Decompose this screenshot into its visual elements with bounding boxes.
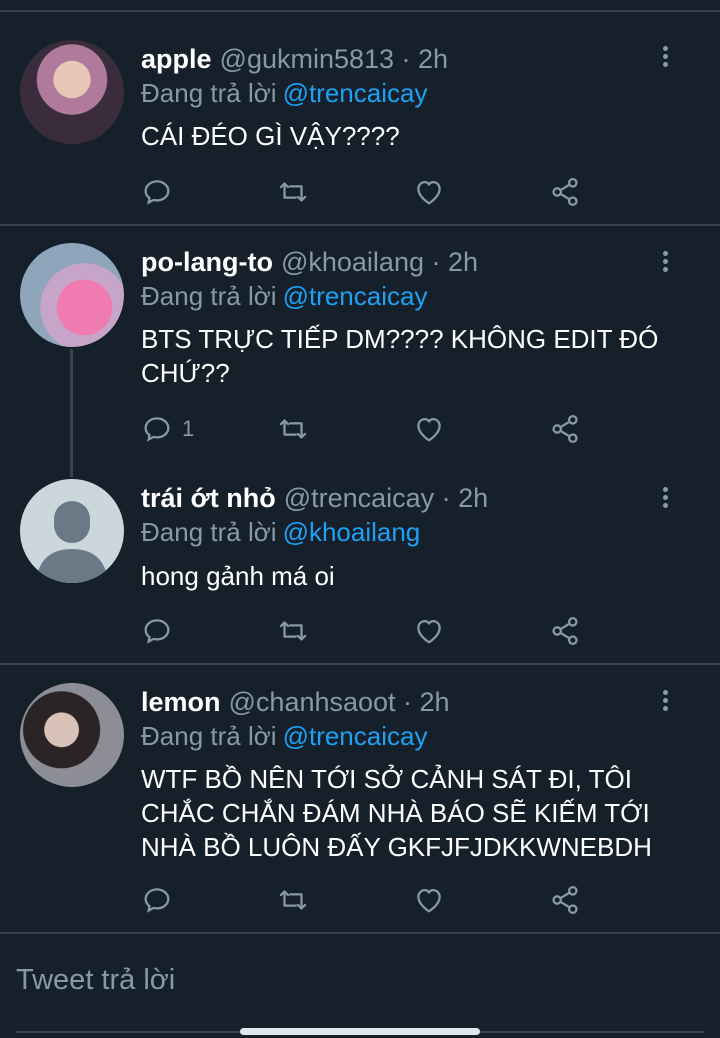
- retweet-icon: [279, 419, 307, 439]
- mention-link[interactable]: @trencaicay: [283, 721, 428, 751]
- handle-and-time: @gukmin5813 · 2h: [219, 44, 449, 74]
- reply-button[interactable]: [140, 882, 182, 918]
- retweet-button[interactable]: [276, 411, 310, 447]
- handle-and-time: @trencaicay · 2h: [283, 483, 489, 513]
- more-options-icon[interactable]: [655, 484, 675, 514]
- mention-link[interactable]: @khoailang: [283, 517, 421, 547]
- reply-button[interactable]: [140, 613, 182, 649]
- retweet-button[interactable]: [276, 882, 310, 918]
- share-button[interactable]: [548, 882, 582, 918]
- retweet-icon: [279, 890, 307, 910]
- tweet-header: trái ớt nhỏ @trencaicay · 2h: [141, 482, 488, 514]
- share-icon: [552, 177, 578, 207]
- tweet-header: po-lang-to @khoailang · 2h: [141, 246, 478, 278]
- avatar[interactable]: [20, 683, 124, 787]
- tweet-text: BTS TRỰC TIẾP DM???? KHÔNG EDIT ĐÓ CHỨ??: [141, 324, 659, 388]
- share-button[interactable]: [548, 174, 582, 210]
- retweet-button[interactable]: [276, 174, 310, 210]
- display-name[interactable]: trái ớt nhỏ: [141, 483, 276, 513]
- replying-to: Đang trả lời @trencaicay: [141, 77, 427, 109]
- heart-icon: [417, 417, 441, 442]
- reply-icon: [144, 888, 170, 913]
- divider: [0, 932, 720, 934]
- replying-to: Đang trả lời @khoailang: [141, 516, 420, 548]
- retweet-icon: [279, 621, 307, 641]
- replying-to-label: Đang trả lời: [141, 721, 277, 751]
- display-name[interactable]: po-lang-to: [141, 247, 273, 277]
- like-button[interactable]: [412, 882, 446, 918]
- divider: [0, 663, 720, 665]
- tweet-actions: [140, 882, 600, 918]
- more-options-icon[interactable]: [655, 687, 675, 717]
- tweet-text: WTF BỒ NÊN TỚI SỞ CẢNH SÁT ĐI, TÔI CHẮC …: [141, 764, 652, 862]
- home-indicator: [240, 1028, 480, 1035]
- divider: [0, 224, 720, 226]
- like-button[interactable]: [412, 411, 446, 447]
- avatar[interactable]: [20, 40, 124, 144]
- share-icon: [552, 885, 578, 915]
- share-button[interactable]: [548, 613, 582, 649]
- reply-icon: [144, 417, 170, 442]
- replying-to: Đang trả lời @trencaicay: [141, 720, 427, 752]
- share-icon: [552, 414, 578, 444]
- tweet-text: CÁI ĐÉO GÌ VẬY????: [141, 121, 400, 151]
- tweet-header: lemon @chanhsaoot · 2h: [141, 686, 450, 718]
- heart-icon: [417, 888, 441, 913]
- heart-icon: [417, 180, 441, 205]
- mention-link[interactable]: @trencaicay: [283, 281, 428, 311]
- more-options-icon[interactable]: [655, 43, 675, 73]
- reply-compose-input[interactable]: Tweet trả lời: [16, 964, 175, 997]
- reply-button[interactable]: 1: [140, 411, 194, 447]
- tweet-actions: 1: [140, 411, 600, 447]
- replying-to-label: Đang trả lời: [141, 281, 277, 311]
- avatar[interactable]: [20, 479, 124, 583]
- avatar[interactable]: [20, 243, 124, 347]
- replying-to: Đang trả lời @trencaicay: [141, 280, 427, 312]
- replying-to-label: Đang trả lời: [141, 517, 277, 547]
- like-button[interactable]: [412, 174, 446, 210]
- reply-icon: [144, 619, 170, 644]
- reply-icon: [144, 180, 170, 205]
- handle-and-time: @chanhsaoot · 2h: [228, 687, 450, 717]
- more-options-icon[interactable]: [655, 248, 675, 278]
- retweet-button[interactable]: [276, 613, 310, 649]
- like-button[interactable]: [412, 613, 446, 649]
- retweet-icon: [279, 182, 307, 202]
- display-name[interactable]: apple: [141, 44, 212, 74]
- share-icon: [552, 616, 578, 646]
- tweet-actions: [140, 174, 600, 210]
- top-divider: [0, 10, 720, 12]
- heart-icon: [417, 619, 441, 644]
- tweet-header: apple @gukmin5813 · 2h: [141, 43, 448, 75]
- default-profile-icon: [36, 501, 108, 583]
- share-button[interactable]: [548, 411, 582, 447]
- display-name[interactable]: lemon: [141, 687, 221, 717]
- thread-line: [70, 349, 73, 477]
- tweet-actions: [140, 613, 600, 649]
- replying-to-label: Đang trả lời: [141, 78, 277, 108]
- handle-and-time: @khoailang · 2h: [280, 247, 478, 277]
- reply-button[interactable]: [140, 174, 182, 210]
- tweet-text: hong gảnh má oi: [141, 561, 335, 591]
- mention-link[interactable]: @trencaicay: [283, 78, 428, 108]
- reply-count: 1: [182, 416, 195, 441]
